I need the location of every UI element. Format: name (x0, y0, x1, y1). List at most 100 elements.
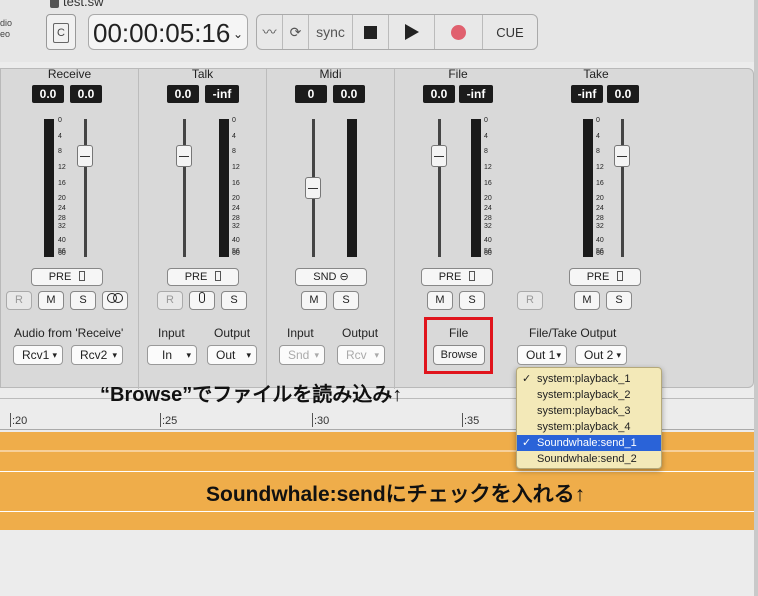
db-scale-mark: 60 (232, 250, 240, 258)
fader-track (84, 119, 87, 257)
db-scale-mark: 60 (596, 250, 604, 258)
chevron-down-icon: ▾ (246, 350, 251, 360)
window-edge (754, 0, 758, 596)
dropdown-option[interactable]: system:playback_3 (517, 403, 661, 419)
dropdown-option[interactable]: system:playback_2 (517, 387, 661, 403)
fader-track (621, 119, 624, 257)
level-meter (347, 119, 357, 257)
document-icon (50, 0, 59, 8)
waveform-toggle-button[interactable]: 〰 (257, 15, 283, 49)
audio-video-toggle[interactable]: dio eo (0, 18, 28, 46)
record-arm-button[interactable]: R (517, 291, 543, 310)
fader-track (438, 119, 441, 257)
output-select-1[interactable]: Out 1 ▾ (517, 345, 567, 365)
input-select[interactable]: Snd ▾ (279, 345, 325, 365)
dropdown-option-label: system:playback_2 (537, 389, 631, 401)
strip-take: Take -inf 0.0 0 4 8 12 16 20 24 28 32 40 56 60 PRE … (517, 67, 671, 389)
output-select[interactable]: Out ▾ (207, 345, 257, 365)
output-label: File/Take Output (529, 326, 617, 340)
solo-button[interactable]: S (333, 291, 359, 310)
solo-button[interactable]: S (70, 291, 96, 310)
mixer-panel: Receive 0.0 0.0 0 4 8 12 16 20 24 28 32 40 56 60 PR… (0, 67, 754, 389)
timecode-display[interactable]: 00:00:05:16 ⌄ (88, 14, 248, 50)
fader-knob[interactable] (176, 145, 192, 167)
fader-knob[interactable] (614, 145, 630, 167)
transport-controls: 〰 ⟳ sync CUE (256, 14, 538, 50)
fader-icon (215, 271, 222, 281)
sync-button[interactable]: sync (309, 15, 353, 49)
db-scale-mark: 4 (596, 132, 600, 140)
strip-title: Midi (319, 67, 342, 81)
browse-annotation: “Browse”でファイルを読み込み↑ (100, 384, 403, 406)
db-scale: 0 4 8 12 16 20 24 28 32 40 56 60 (484, 117, 498, 257)
level-readout-left: 0.0 (423, 85, 455, 103)
talkback-mic-button[interactable] (189, 291, 215, 310)
db-scale-mark: 20 (232, 195, 240, 203)
dropdown-option[interactable]: Soundwhale:send_2 (517, 451, 661, 467)
link-button[interactable] (102, 291, 128, 310)
chevron-down-icon: ▾ (314, 350, 319, 360)
record-button[interactable] (435, 15, 483, 49)
solo-button[interactable]: S (221, 291, 247, 310)
pre-post-toggle[interactable]: PRE (569, 268, 641, 286)
level-readout-left: 0.0 (167, 85, 199, 103)
ruler-label: :25 (162, 415, 178, 427)
record-arm-button[interactable]: R (6, 291, 32, 310)
pre-post-toggle[interactable]: PRE (31, 268, 103, 286)
level-readout-right: 0.0 (70, 85, 102, 103)
db-scale-mark: 16 (58, 179, 66, 187)
dropdown-option-label: system:playback_3 (537, 405, 631, 417)
output-select-2[interactable]: Out 2 ▾ (575, 345, 627, 365)
stop-icon (364, 25, 377, 39)
output-select[interactable]: Rcv ▾ (337, 345, 385, 365)
mute-button[interactable]: M (574, 291, 600, 310)
mute-button[interactable]: M (427, 291, 453, 310)
chevron-down-icon: ▾ (112, 350, 117, 360)
chevron-down-icon: ▾ (616, 350, 621, 360)
chevron-down-icon: ▾ (186, 350, 191, 360)
db-scale-mark: 12 (58, 164, 66, 172)
level-meter (583, 119, 593, 257)
input-select[interactable]: In ▾ (147, 345, 197, 365)
cue-button[interactable]: CUE (483, 15, 537, 49)
fader-knob[interactable] (77, 145, 93, 167)
input-channel-select-1[interactable]: Rcv1 ▾ (13, 345, 63, 365)
ruler-tick (160, 413, 161, 427)
dropdown-option[interactable]: ✓ system:playback_1 (517, 371, 661, 387)
input-channel-select-2[interactable]: Rcv2 ▾ (71, 345, 123, 365)
record-arm-button[interactable]: R (157, 291, 183, 310)
loop-button[interactable]: ⟳ (283, 15, 309, 49)
level-readout-right: -inf (459, 85, 493, 103)
toolbar: test.sw dio eo C 00:00:05:16 ⌄ 〰 ⟳ sync … (0, 0, 758, 62)
play-button[interactable] (389, 15, 435, 49)
clip-button[interactable]: C (46, 14, 76, 50)
db-scale-mark: 8 (58, 148, 62, 156)
mute-button[interactable]: M (38, 291, 64, 310)
solo-button[interactable]: S (459, 291, 485, 310)
db-scale-mark: 40 (596, 236, 604, 244)
db-scale-mark: 28 (232, 215, 240, 222)
level-readout-left: -inf (571, 85, 603, 103)
db-scale-mark: 24 (596, 205, 604, 213)
db-scale-mark: 28 (596, 215, 604, 222)
fader-knob[interactable] (305, 177, 321, 199)
send-mode-toggle[interactable]: SND ⊖ (295, 268, 367, 286)
solo-button[interactable]: S (606, 291, 632, 310)
dropdown-option-label: Soundwhale:send_2 (537, 453, 637, 465)
dropdown-option[interactable]: system:playback_4 (517, 419, 661, 435)
ruler-tick (10, 413, 11, 427)
pre-post-toggle[interactable]: PRE (421, 268, 493, 286)
db-scale-mark: 60 (484, 250, 492, 258)
dropdown-option[interactable]: ✓ Soundwhale:send_1 (517, 435, 661, 451)
db-scale-mark: 0 (58, 117, 62, 124)
io-title: Audio from 'Receive' (14, 326, 124, 340)
mute-button[interactable]: M (301, 291, 327, 310)
db-scale-mark: 8 (484, 148, 488, 156)
pre-post-toggle[interactable]: PRE (167, 268, 239, 286)
link-rings-icon (107, 293, 123, 303)
fader-knob[interactable] (431, 145, 447, 167)
dropdown-option-label: system:playback_4 (537, 421, 631, 433)
ruler-tick (312, 413, 313, 427)
db-scale-mark: 16 (232, 179, 240, 187)
stop-button[interactable] (353, 15, 389, 49)
